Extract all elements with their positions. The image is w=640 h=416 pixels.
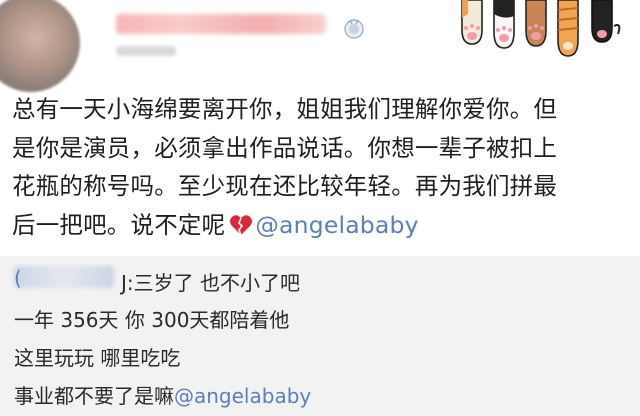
comment-first-line: J:三岁了 也不小了吧 xyxy=(121,271,300,295)
post-body: 总有一天小海绵要离开你，姐姐我们理解你爱你。但 是你是演员，必须拿出作品说话。你… xyxy=(12,90,632,244)
post-header xyxy=(0,0,640,92)
comment-line: 事业都不要了是嘛 xyxy=(14,384,174,408)
comment-line: 一年 356天 你 300天都陪着他 xyxy=(14,308,290,332)
commenter-name-blurred[interactable] xyxy=(14,266,114,288)
post-line: 是你是演员，必须拿出作品说话。你想一辈子被扣上 xyxy=(12,133,558,162)
comment-line-last: 事业都不要了是嘛@angelababy xyxy=(14,380,311,409)
comment-block: ( J:三岁了 也不小了吧 一年 356天 你 300天都陪着他 这里玩玩 哪里… xyxy=(0,256,640,416)
post-meta-blurred xyxy=(116,46,176,56)
post-line: 总有一天小海绵要离开你，姐姐我们理解你爱你。但 xyxy=(12,95,558,123)
comment-mention-link[interactable]: @angelababy xyxy=(174,384,311,408)
post-line: 后一把吧。说不定呢 xyxy=(12,210,226,239)
post-line: 花瓶的称号吗。至少现在还比较年轻。再为我们拼最 xyxy=(12,172,558,200)
username-blurred[interactable] xyxy=(116,14,326,34)
broken-heart-icon xyxy=(230,214,253,235)
mention-link[interactable]: @angelababy xyxy=(255,211,418,239)
member-badge-icon xyxy=(344,19,364,39)
post-line-last: 后一把吧。说不定呢 @angelababy xyxy=(12,206,632,245)
cat-paws-decoration-icon xyxy=(461,0,621,57)
comment-line: 这里玩玩 哪里吃吃 xyxy=(14,346,181,370)
commenter-initial: ( xyxy=(14,266,22,290)
avatar[interactable] xyxy=(0,0,80,92)
